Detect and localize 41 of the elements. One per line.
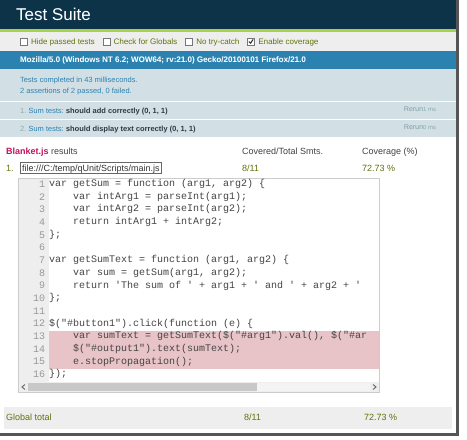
checkbox[interactable] <box>102 38 111 46</box>
line-number: 10 <box>32 293 46 307</box>
line-number: 3 <box>38 204 46 218</box>
page-title: Test Suite <box>16 4 91 26</box>
total-percent: 72.73 % <box>364 411 398 424</box>
option-label[interactable]: No try-catch <box>196 36 240 48</box>
option-label[interactable]: Enable coverage <box>258 36 318 48</box>
total-covered: 8/11 <box>244 411 262 424</box>
checkbox[interactable] <box>20 38 28 46</box>
file-number: 1. <box>5 162 15 176</box>
line-number: 11 <box>32 306 46 319</box>
line-number: 8 <box>38 268 46 281</box>
line-number: 9 <box>38 280 46 294</box>
checkbox[interactable] <box>185 38 194 46</box>
line-number: 5 <box>38 230 46 243</box>
scroll-left-icon[interactable] <box>21 384 26 390</box>
line-number: 2 <box>38 192 46 205</box>
line-number: 4 <box>38 216 46 231</box>
option-label[interactable]: Hide passed tests <box>31 36 95 48</box>
line-number: 13 <box>32 331 46 345</box>
line-number: 6 <box>38 242 46 256</box>
checkbox[interactable] <box>247 38 256 46</box>
brand-name: Blanket.js <box>6 146 49 156</box>
line-number: 1 <box>38 178 46 193</box>
total-label: Global total <box>5 411 53 424</box>
file-link[interactable]: file:///C:/temp/qUnit/Scripts/main.js <box>20 162 162 174</box>
section-title: results <box>51 146 78 156</box>
file-covered: 8/11 <box>242 162 260 176</box>
user-agent: Mozilla/5.0 (Windows NT 6.2; WOW64; rv:21.0) Gecko/20100101 Firefox/21.0 <box>20 54 306 66</box>
scrollbar[interactable] <box>28 383 370 391</box>
scroll-thumb[interactable] <box>28 383 258 391</box>
scroll-right-icon[interactable] <box>372 384 377 390</box>
line-number: 14 <box>32 344 46 357</box>
line-number: 7 <box>38 254 46 269</box>
column-header: Coverage (%) <box>362 145 418 158</box>
option-label[interactable]: Check for Globals <box>114 36 178 48</box>
line-number: 16 <box>32 369 46 384</box>
file-percent: 72.73 % <box>362 162 396 176</box>
column-header: Covered/Total Smts. <box>242 145 324 158</box>
line-number: 15 <box>32 356 46 370</box>
line-number: 12 <box>32 318 46 332</box>
